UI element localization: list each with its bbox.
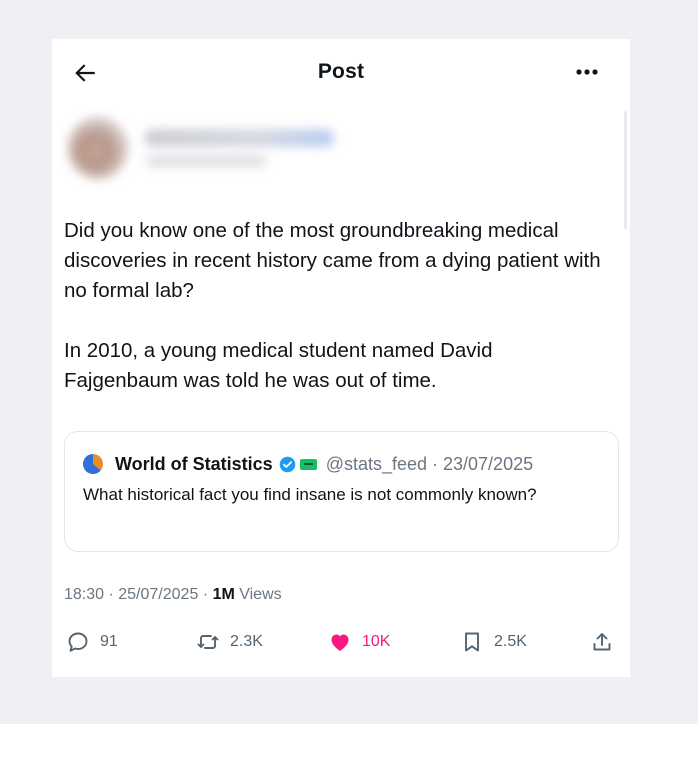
- reply-count: 91: [100, 633, 118, 650]
- more-dots-icon[interactable]: [572, 61, 602, 83]
- share-button[interactable]: [590, 627, 614, 657]
- share-icon: [593, 633, 611, 651]
- reply-icon: [68, 632, 88, 652]
- author-handle-redacted: [146, 155, 266, 167]
- heart-icon: [331, 634, 349, 651]
- repost-count: 2.3K: [230, 633, 263, 650]
- verified-badge-icon: [279, 456, 295, 472]
- page-title: Post: [317, 60, 365, 83]
- quoted-post-header: World of Statistics @stats_feed · 23/07/…: [83, 452, 533, 476]
- avatar[interactable]: [68, 117, 128, 179]
- bookmark-count: 2.5K: [494, 633, 527, 650]
- repost-icon: [197, 635, 219, 649]
- action-bar: 91 2.3K 10K 2.5K: [52, 627, 630, 663]
- author-name-redacted: [144, 129, 334, 147]
- views-count: 1M: [212, 586, 235, 603]
- quoted-post[interactable]: World of Statistics @stats_feed · 23/07/…: [64, 431, 619, 552]
- views-label: Views: [234, 586, 282, 603]
- like-button[interactable]: 10K: [328, 627, 390, 657]
- quoted-author-avatar[interactable]: [83, 454, 103, 474]
- quoted-post-text: What historical fact you find insane is …: [83, 485, 537, 504]
- post-header: Post: [52, 39, 630, 105]
- scrollbar[interactable]: [624, 111, 627, 229]
- quoted-author-name[interactable]: World of Statistics: [115, 454, 273, 475]
- author-row[interactable]: [64, 109, 364, 193]
- post-card: Post Did you know one of the most ground…: [52, 39, 630, 677]
- like-count: 10K: [362, 633, 391, 650]
- timestamp-text: 18:30 · 25/07/2025 ·: [64, 586, 213, 603]
- repost-button[interactable]: 2.3K: [196, 627, 263, 657]
- post-paragraph: In 2010, a young medical student named D…: [64, 339, 493, 392]
- bookmark-icon: [465, 632, 479, 652]
- quoted-handle-date: @stats_feed · 23/07/2025: [325, 453, 534, 474]
- bookmark-button[interactable]: 2.5K: [460, 627, 527, 657]
- reply-button[interactable]: 91: [66, 627, 118, 657]
- post-text: Did you know one of the most groundbreak…: [64, 216, 609, 396]
- post-paragraph: Did you know one of the most groundbreak…: [64, 219, 601, 302]
- affiliate-badge-icon: [299, 458, 317, 470]
- post-timestamp: 18:30 · 25/07/2025 · 1M Views: [64, 586, 282, 604]
